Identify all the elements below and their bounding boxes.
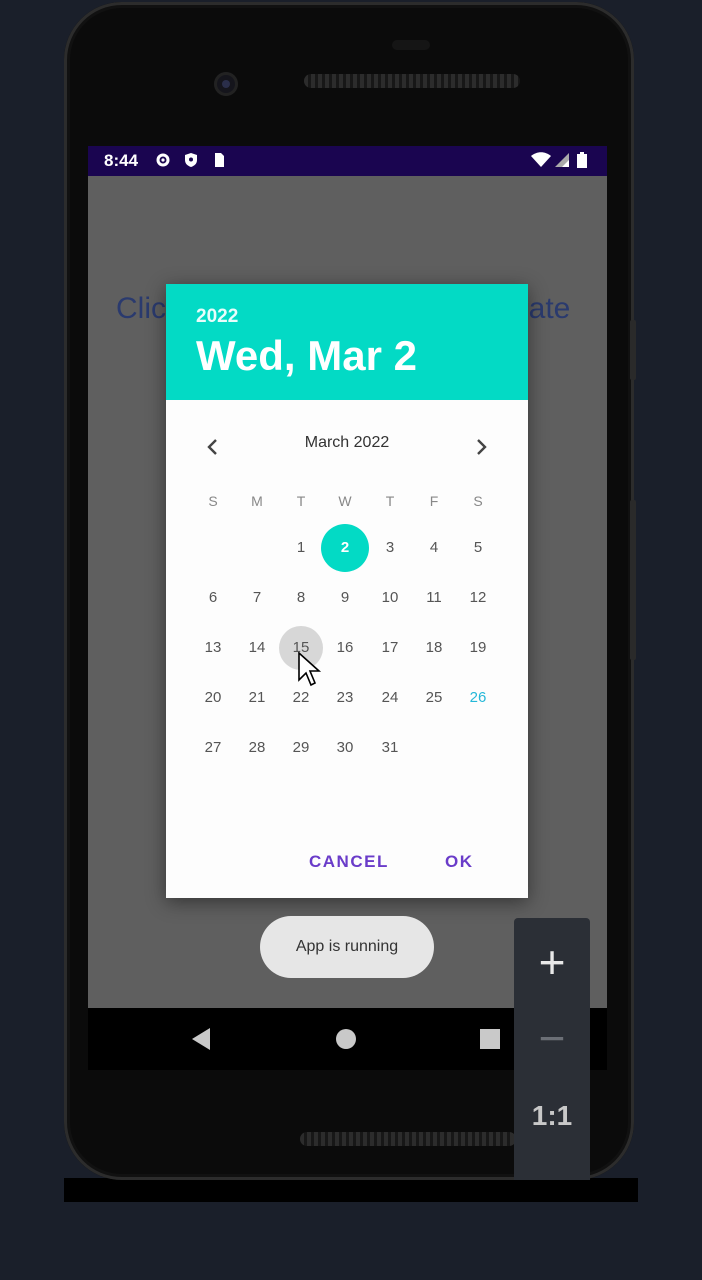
volume-button[interactable] [630,500,636,660]
weekday-label: T [296,493,306,509]
header-year[interactable]: 2022 [196,306,238,328]
calendar-day[interactable]: 26 [456,676,500,720]
earpiece-speaker [304,74,520,88]
calendar-day[interactable]: 17 [368,626,412,670]
bottom-strip [64,1178,638,1202]
calendar-day[interactable]: 27 [191,726,235,770]
calendar-day[interactable]: 5 [456,526,500,570]
sim-card-icon [215,153,224,167]
cell-signal-icon [555,153,569,167]
calendar-day[interactable]: 14 [235,626,279,670]
device-screen: 8:44 Clic late 2022 Wed, Mar 2 March 202… [88,146,607,1008]
home-icon[interactable] [336,1029,356,1049]
calendar-day[interactable]: 9 [323,576,367,620]
calendar-day[interactable]: 6 [191,576,235,620]
power-button[interactable] [630,320,636,380]
weekday-label: W [338,493,352,509]
calendar-day[interactable]: 4 [412,526,456,570]
calendar-day[interactable]: 7 [235,576,279,620]
calendar-day[interactable]: 23 [323,676,367,720]
header-selected-date[interactable]: Wed, Mar 2 [196,332,417,380]
zoom-out-button[interactable]: − [514,1010,590,1066]
next-month-button[interactable] [466,432,496,462]
calendar-day[interactable]: 2 [321,524,369,572]
actual-size-button[interactable]: 1:1 [514,1096,590,1136]
calendar-day[interactable]: 24 [368,676,412,720]
ok-button[interactable]: OK [445,852,474,872]
toast-message: App is running [260,916,434,978]
weekday-label: T [385,493,395,509]
calendar-day[interactable]: 3 [368,526,412,570]
calendar-day[interactable]: 25 [412,676,456,720]
calendar-day[interactable]: 21 [235,676,279,720]
calendar-day[interactable]: 20 [191,676,235,720]
battery-icon [577,152,587,168]
weekday-label: S [473,493,483,509]
calendar-day[interactable]: 19 [456,626,500,670]
calendar-day[interactable]: 13 [191,626,235,670]
calendar-day[interactable]: 12 [456,576,500,620]
shield-icon [185,153,197,167]
front-camera-icon [214,72,238,96]
date-picker-dialog: 2022 Wed, Mar 2 March 2022 SMTWTFS 12345… [166,284,528,898]
background-button-text-left: Clic [116,292,166,325]
settings-gear-icon [156,153,170,167]
status-bar: 8:44 [88,146,607,176]
calendar-day[interactable]: 31 [368,726,412,770]
bottom-speaker [300,1132,516,1146]
proximity-sensor [392,40,430,50]
recent-apps-icon[interactable] [480,1029,500,1049]
date-picker-header: 2022 Wed, Mar 2 [166,284,528,400]
back-icon[interactable] [192,1028,210,1050]
status-time: 8:44 [104,151,139,170]
cancel-button[interactable]: CANCEL [309,852,389,872]
calendar-day[interactable]: 16 [323,626,367,670]
calendar-day[interactable]: 30 [323,726,367,770]
calendar-day[interactable]: 18 [412,626,456,670]
mouse-cursor-icon [298,652,322,687]
calendar-day[interactable]: 10 [368,576,412,620]
emulator-zoom-panel: + − 1:1 [514,918,590,1180]
calendar-day[interactable]: 8 [279,576,323,620]
calendar-day[interactable]: 28 [235,726,279,770]
zoom-in-button[interactable]: + [514,934,590,990]
weekday-label: F [429,493,439,509]
weekday-label: M [251,493,263,509]
weekday-label: S [208,493,218,509]
calendar-day[interactable]: 1 [279,526,323,570]
chevron-right-icon [477,439,487,455]
wifi-icon [531,152,551,167]
calendar-day[interactable]: 11 [412,576,456,620]
background-button-text-right: late [522,292,571,325]
calendar-day[interactable]: 29 [279,726,323,770]
